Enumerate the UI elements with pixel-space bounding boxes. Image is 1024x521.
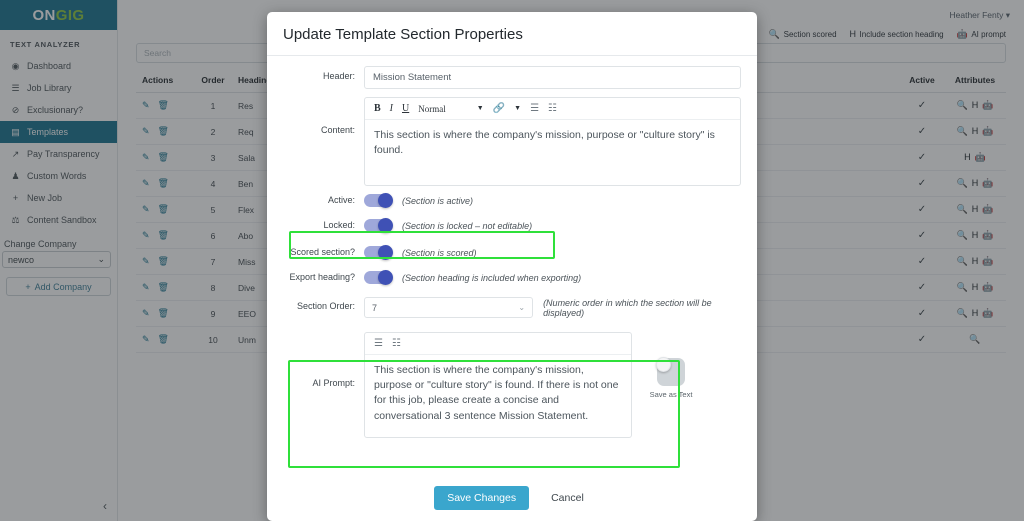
save-as-text-control: Save as Text <box>638 332 704 399</box>
numbered-list-icon[interactable]: ☷ <box>548 103 557 114</box>
scored-field-row: Scored section? (Section is scored) <box>267 245 741 260</box>
numbered-list-icon[interactable]: ☷ <box>392 338 401 349</box>
export-heading-toggle[interactable] <box>364 270 393 285</box>
underline-icon[interactable]: U <box>402 103 409 114</box>
chevron-down-icon[interactable]: ▼ <box>514 105 521 112</box>
scored-hint: (Section is scored) <box>402 247 477 258</box>
section-order-label: Section Order: <box>296 301 355 311</box>
export-field-label: Export heading? <box>289 272 355 282</box>
active-toggle[interactable] <box>364 193 393 208</box>
content-editor-text[interactable]: This section is where the company's miss… <box>365 120 740 185</box>
ai-prompt-toolbar: ☰ ☷ <box>365 333 631 355</box>
toggle-knob <box>378 245 393 260</box>
active-hint: (Section is active) <box>402 195 474 206</box>
cancel-button[interactable]: Cancel <box>545 491 590 505</box>
scored-toggle[interactable] <box>364 245 393 260</box>
content-field-label: Content: <box>320 125 355 135</box>
save-as-text-toggle[interactable] <box>656 357 685 386</box>
bullet-list-icon[interactable]: ☰ <box>530 103 539 114</box>
bold-icon[interactable]: B <box>374 103 381 114</box>
header-field-label: Header: <box>322 71 355 81</box>
save-as-text-label: Save as Text <box>649 390 693 399</box>
section-order-hint: (Numeric order in which the section will… <box>543 297 712 318</box>
header-field-row: Header: Mission Statement <box>267 66 741 89</box>
locked-hint: (Section is locked – not editable) <box>402 220 533 231</box>
ai-prompt-editor[interactable]: ☰ ☷ This section is where the company's … <box>364 332 632 438</box>
locked-field-row: Locked: (Section is locked – not editabl… <box>267 218 741 233</box>
toggle-knob <box>378 193 393 208</box>
content-field-row: Content: B I U Normal ▼ 🔗 ▼ ☰ ☷ This sec… <box>267 97 741 186</box>
modal-body: Header: Mission Statement Content: B I U <box>267 56 757 477</box>
chevron-down-icon[interactable]: ▼ <box>477 105 484 112</box>
active-field-label: Active: <box>327 195 355 205</box>
active-field-row: Active: (Section is active) <box>267 193 741 208</box>
chevron-down-icon: ⌄ <box>518 303 526 312</box>
header-input-value: Mission Statement <box>373 72 452 83</box>
toggle-knob <box>656 357 671 372</box>
style-select-value[interactable]: Normal <box>418 104 446 114</box>
app-root: ON GIG TEXT ANALYZER ◉ Dashboard ☰ Job Li… <box>0 0 1024 521</box>
italic-icon[interactable]: I <box>390 103 393 114</box>
header-input[interactable]: Mission Statement <box>364 66 741 89</box>
section-order-select[interactable]: 7 ⌄ <box>364 297 534 318</box>
ai-prompt-text[interactable]: This section is where the company's miss… <box>365 355 631 437</box>
update-section-modal: Update Template Section Properties Heade… <box>267 12 757 521</box>
content-editor-toolbar: B I U Normal ▼ 🔗 ▼ ☰ ☷ <box>365 98 740 120</box>
ai-prompt-label: AI Prompt: <box>312 378 355 388</box>
ai-prompt-row: AI Prompt: ☰ ☷ This section is where the… <box>267 332 741 438</box>
section-order-value: 7 <box>372 302 378 313</box>
content-editor[interactable]: B I U Normal ▼ 🔗 ▼ ☰ ☷ This section is w… <box>364 97 741 186</box>
export-field-row: Export heading? (Section heading is incl… <box>267 270 741 285</box>
modal-header: Update Template Section Properties <box>267 12 757 56</box>
locked-toggle[interactable] <box>364 218 393 233</box>
bullet-list-icon[interactable]: ☰ <box>374 338 383 349</box>
locked-field-label: Locked: <box>323 220 355 230</box>
modal-title: Update Template Section Properties <box>283 26 523 43</box>
toggle-knob <box>378 270 393 285</box>
export-hint: (Section heading is included when export… <box>402 272 582 283</box>
save-changes-button[interactable]: Save Changes <box>434 486 530 510</box>
modal-footer: Save Changes Cancel <box>267 477 757 521</box>
link-icon[interactable]: 🔗 <box>493 103 505 114</box>
toggle-knob <box>378 218 393 233</box>
section-order-row: Section Order: 7 ⌄ (Numeric order in whi… <box>267 297 741 318</box>
scored-field-label: Scored section? <box>290 247 355 257</box>
